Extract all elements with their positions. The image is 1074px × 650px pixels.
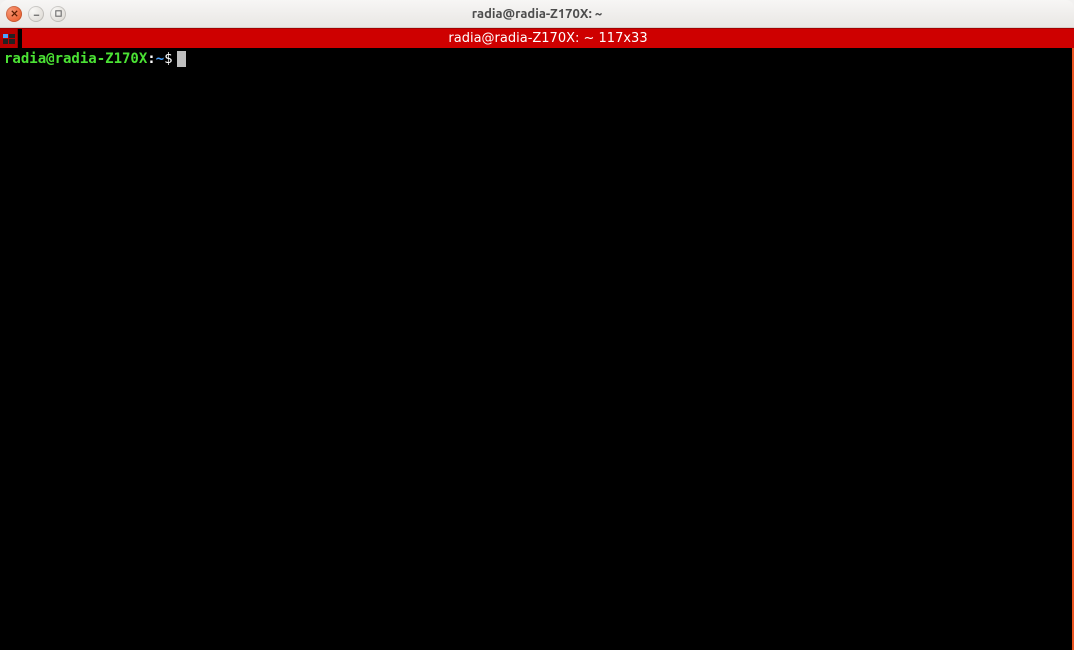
close-button[interactable] [6, 6, 22, 22]
prompt-line: radia@radia-Z170X:~$ [4, 50, 1068, 68]
maximize-button[interactable] [50, 6, 66, 22]
titlebar[interactable]: radia@radia-Z170X: ~ [0, 0, 1074, 28]
window-title: radia@radia-Z170X: ~ [0, 7, 1074, 21]
prompt-symbol: $ [164, 50, 172, 68]
window-controls [6, 6, 66, 22]
terminal-viewport[interactable]: radia@radia-Z170X:~$ [0, 48, 1074, 650]
minimize-icon [32, 9, 41, 18]
prompt-cwd: ~ [156, 50, 164, 68]
minimize-button[interactable] [28, 6, 44, 22]
tab-title[interactable]: radia@radia-Z170X: ~ 117x33 [22, 29, 1074, 48]
terminal-cursor [177, 51, 186, 67]
prompt-separator: : [147, 50, 155, 68]
terminal-tabbar: radia@radia-Z170X: ~ 117x33 [0, 28, 1074, 48]
workspace-grid-icon [3, 34, 15, 44]
maximize-icon [54, 9, 63, 18]
tab-workspace-indicator[interactable] [0, 29, 18, 48]
close-icon [10, 9, 19, 18]
terminal-window: radia@radia-Z170X: ~ radia@radia-Z170X: … [0, 0, 1074, 650]
prompt-user-host: radia@radia-Z170X [4, 50, 147, 68]
